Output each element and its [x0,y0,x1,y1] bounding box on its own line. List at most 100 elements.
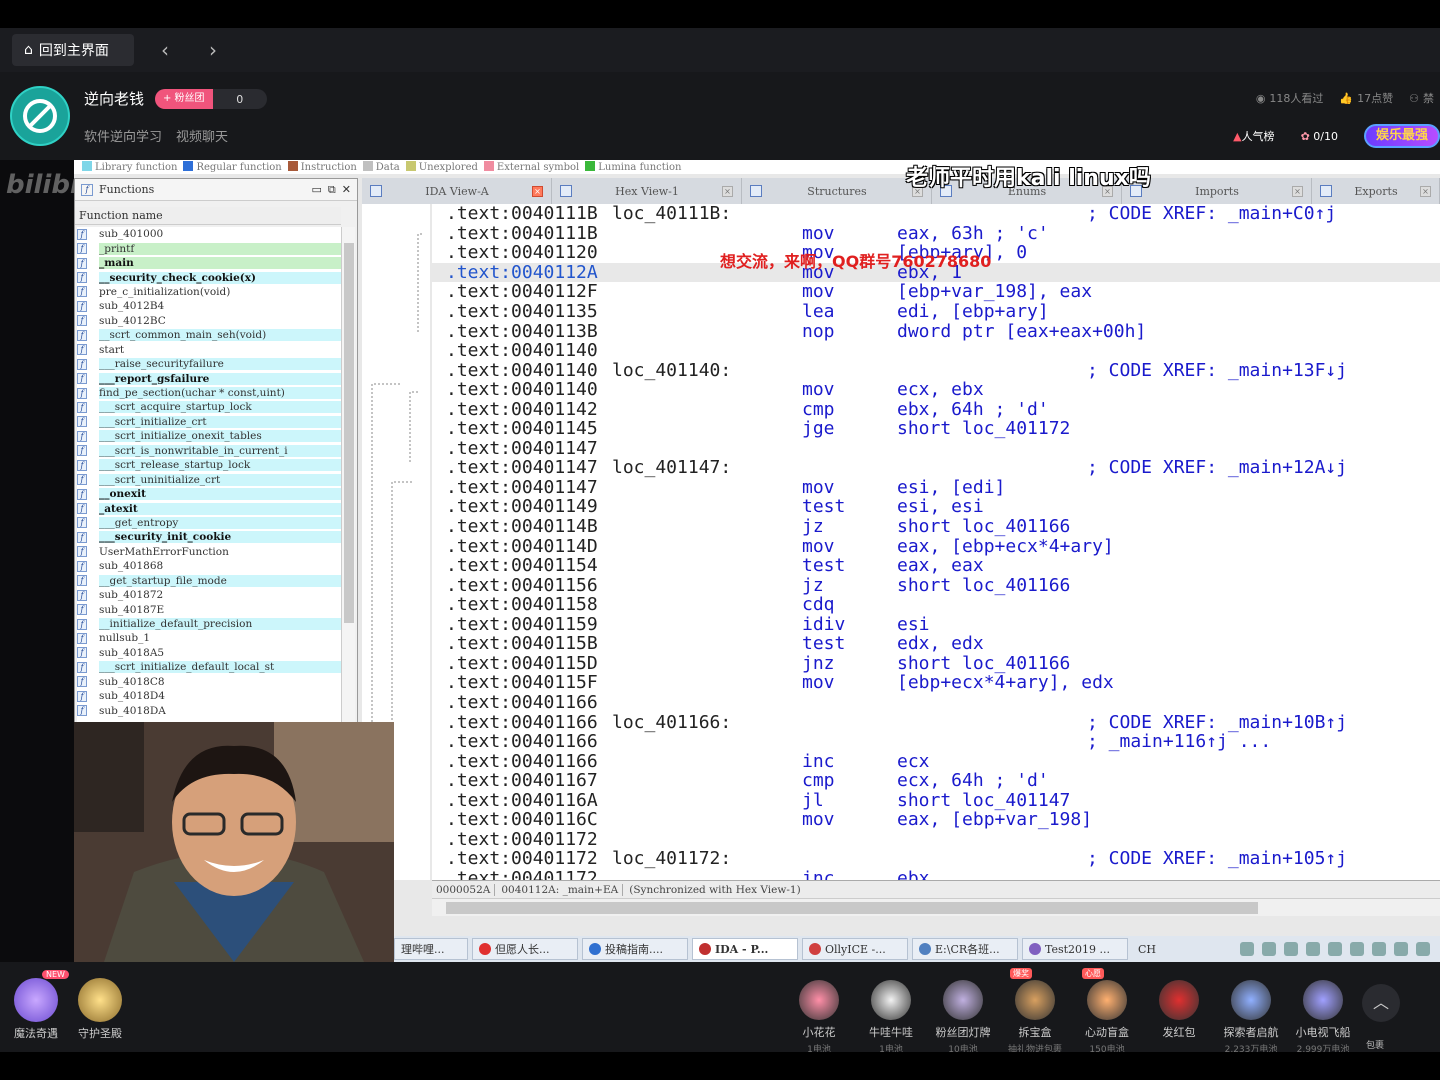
function-row[interactable]: f sub_4012BC [77,314,341,328]
gift-item[interactable]: 牛哇牛哇 1电池 [856,980,926,1055]
taskbar-item[interactable]: Test2019 ... [1022,938,1128,960]
function-row[interactable]: f find_pe_section(uchar * const,uint) [77,386,341,400]
function-row[interactable]: f __security_check_cookie(x) [77,270,341,284]
function-row[interactable]: f sub_4018A5 [77,646,341,660]
function-row[interactable]: f ___scrt_uninitialize_crt [77,472,341,486]
function-row[interactable]: f pre_c_initialization(void) [77,285,341,299]
code-line[interactable]: .text:00401166 [432,692,1440,713]
tray-icon[interactable] [1306,942,1320,956]
function-row[interactable]: f __onexit [77,487,341,501]
code-line[interactable]: .text:0040115D jnz short loc_401166 [432,653,1440,674]
code-line[interactable]: .text:0040115F mov [ebp+ecx*4+ary], edx [432,672,1440,693]
package-label[interactable]: 包裹 [1366,1038,1384,1051]
function-row[interactable]: f ___scrt_initialize_default_local_st [77,660,341,674]
tab-exports[interactable]: Exports × [1312,178,1440,204]
tray-icon[interactable] [1328,942,1342,956]
code-line[interactable]: .text:00401172 inc ebx [432,868,1440,880]
taskbar-item[interactable]: 但愿人长... [472,938,578,960]
host-name[interactable]: 逆向老钱 [84,88,144,109]
chevron-left-icon[interactable]: ‹ [152,36,178,64]
tray-icon[interactable] [1416,942,1430,956]
function-row[interactable]: f _main [77,256,341,270]
code-line[interactable]: .text:00401158 cdq [432,594,1440,615]
code-line[interactable]: .text:00401135 lea edi, [ebp+ary] [432,301,1440,322]
code-line[interactable]: .text:0040116C mov eax, [ebp+var_198] [432,809,1440,830]
function-row[interactable]: f ___scrt_is_nonwritable_in_current_i [77,444,341,458]
function-row[interactable]: f sub_401868 [77,559,341,573]
function-row[interactable]: f ___scrt_release_startup_lock [77,458,341,472]
chevron-up-icon[interactable]: ︿ [1362,984,1400,1022]
code-line[interactable]: .text:0040114D mov eax, [ebp+ecx*4+ary] [432,536,1440,557]
tab-ida-view-a[interactable]: IDA View-A × [362,178,552,204]
function-row[interactable]: f ___scrt_initialize_onexit_tables [77,429,341,443]
functions-scrollbar[interactable] [341,227,355,725]
code-line[interactable]: .text:00401159 idiv esi [432,614,1440,635]
tab-close-icon[interactable]: × [1420,185,1431,197]
function-row[interactable]: f sub_4018D4 [77,689,341,703]
function-row[interactable]: f _printf [77,241,341,255]
gift-item[interactable]: 小电视飞船 2,999万电池 [1288,980,1358,1055]
gift-item[interactable]: 探索者启航 2,233万电池 [1216,980,1286,1055]
taskbar-item[interactable]: E:\CR各班... [912,938,1018,960]
code-line[interactable]: .text:00401147 loc_401147: ; CODE XREF: _m… [432,457,1440,478]
tray-icon[interactable] [1262,942,1276,956]
avatar[interactable] [10,86,70,146]
taskbar-item[interactable]: OllyICE -... [802,938,908,960]
tray-icon[interactable] [1394,942,1408,956]
code-line[interactable]: .text:00401149 test esi, esi [432,496,1440,517]
ban-stat[interactable]: ⚇ 禁 [1409,90,1434,106]
gift-item[interactable]: 拆宝盒 抽礼物进包裹 [1000,980,1070,1055]
chevron-right-icon[interactable]: › [200,36,226,64]
code-line[interactable]: .text:0040113B nop dword ptr [eax+eax+00h] [432,321,1440,342]
language-indicator[interactable]: CH [1138,943,1156,956]
gift-item[interactable]: 粉丝团灯牌 10电池 [928,980,998,1055]
scroll-thumb[interactable] [344,243,354,623]
function-row[interactable]: f sub_4012B4 [77,299,341,313]
function-row[interactable]: f ___raise_securityfailure [77,357,341,371]
code-line[interactable]: .text:00401156 jz short loc_401166 [432,575,1440,596]
function-row[interactable]: f __get_startup_file_mode [77,574,341,588]
tab-close-icon[interactable]: × [532,185,543,197]
code-line[interactable]: .text:00401147 [432,438,1440,459]
taskbar-item[interactable]: 投稿指南.... [582,938,688,960]
function-row[interactable]: f __scrt_common_main_seh(void) [77,328,341,342]
tab-close-icon[interactable]: × [1292,185,1303,197]
guardian-hall-button[interactable]: 守护圣殿 [72,978,128,1041]
restore-icon[interactable]: ▭ [312,183,322,196]
horizontal-scrollbar[interactable] [432,898,1440,916]
function-row[interactable]: f sub_4018DA [77,703,341,717]
entertain-button[interactable]: 娱乐最强 [1363,124,1440,148]
code-line[interactable]: .text:00401140 loc_401140: ; CODE XREF: _m… [432,360,1440,381]
code-line[interactable]: .text:00401154 test eax, eax [432,555,1440,576]
code-line[interactable]: .text:00401140 [432,340,1440,361]
function-row[interactable]: f nullsub_1 [77,631,341,645]
function-row[interactable]: f UserMathErrorFunction [77,545,341,559]
code-line[interactable]: .text:00401166 loc_401166: ; CODE XREF: _m… [432,712,1440,733]
tray-icon[interactable] [1284,942,1298,956]
tray-icon[interactable] [1240,942,1254,956]
magic-encounter-button[interactable]: NEW 魔法奇遇 [8,970,69,1041]
function-row[interactable]: f _atexit [77,501,341,515]
function-row[interactable]: f sub_4018C8 [77,675,341,689]
code-line[interactable]: .text:0040116A jl short loc_401147 [432,790,1440,811]
taskbar-item[interactable]: 理哔哩... [394,938,468,960]
code-line[interactable]: .text:00401142 cmp ebx, 64h ; 'd' [432,399,1440,420]
gift-item[interactable]: 心动盲盒 150电池 [1072,980,1142,1055]
disassembly-view[interactable]: .text:0040111B loc_40111B: ; CODE XREF: _m… [432,204,1440,880]
function-row[interactable]: f ___security_init_cookie [77,530,341,544]
float-icon[interactable]: ⧉ [328,183,336,197]
taskbar-item[interactable]: IDA - P... [692,938,798,960]
fan-club-badge[interactable]: + 粉丝团 0 [155,89,267,109]
popularity-rank[interactable]: ▲人气榜 [1233,128,1274,144]
functions-column-header[interactable]: Function name [75,207,341,225]
code-line[interactable]: .text:0040114B jz short loc_401166 [432,516,1440,537]
home-button[interactable]: ⌂ 回到主界面 [12,34,134,66]
code-line[interactable]: .text:00401140 mov ecx, ebx [432,379,1440,400]
tag[interactable]: 视频聊天 [176,126,228,145]
scroll-thumb[interactable] [446,902,1258,914]
code-line[interactable]: .text:00401172 [432,829,1440,850]
function-row[interactable]: f sub_401000 [77,227,341,241]
function-row[interactable]: f start [77,343,341,357]
close-icon[interactable]: ✕ [342,183,351,196]
code-line[interactable]: .text:00401172 loc_401172: ; CODE XREF: _m… [432,848,1440,869]
